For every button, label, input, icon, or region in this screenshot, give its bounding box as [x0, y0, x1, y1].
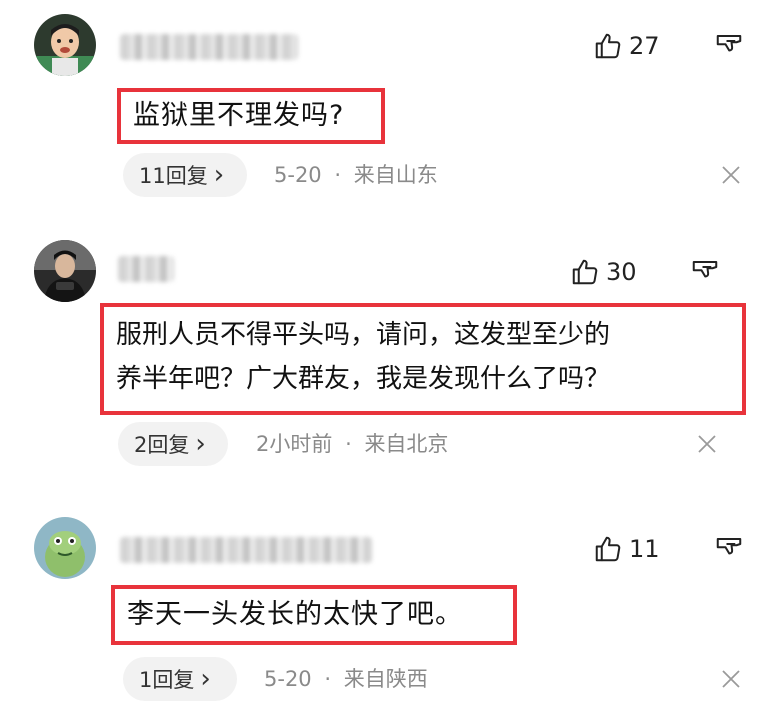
- meta-separator: ·: [345, 432, 352, 456]
- dislike-button[interactable]: [714, 26, 744, 66]
- reply-label: 11回复: [139, 164, 208, 188]
- like-count: 30: [606, 258, 637, 286]
- comment-text-highlighted: 服刑人员不得平头吗，请问，这发型至少的 养半年吧？广大群友，我是发现什么了吗？: [100, 303, 746, 415]
- comment-date: 2小时前: [256, 432, 333, 456]
- close-button[interactable]: [720, 668, 742, 690]
- thumbs-up-icon: [595, 33, 621, 59]
- like-count: 27: [629, 32, 660, 60]
- chevron-right-icon: ›: [195, 429, 206, 459]
- comment-text-highlighted: 李天一头发长的太快了吧。: [111, 585, 517, 645]
- close-button[interactable]: [696, 433, 718, 455]
- comment-item: 11 李天一头发长的太快了吧。 1回复 › 5-20 · 来自陕西: [0, 505, 775, 709]
- username-blurred[interactable]: [120, 537, 372, 563]
- dislike-button[interactable]: [714, 529, 744, 569]
- comment-meta: 5-20 · 来自山东: [274, 153, 438, 197]
- comment-date: 5-20: [264, 667, 312, 691]
- thumbs-down-icon: [716, 538, 742, 555]
- person-avatar-icon[interactable]: [34, 240, 96, 302]
- close-icon: [722, 166, 740, 184]
- reply-button[interactable]: 1回复 ›: [123, 657, 237, 701]
- meta-separator: ·: [324, 667, 332, 691]
- like-button[interactable]: 27: [593, 26, 660, 66]
- child-avatar-icon[interactable]: [34, 14, 96, 76]
- comment-location: 来自陕西: [343, 667, 428, 691]
- reply-button[interactable]: 11回复 ›: [123, 153, 247, 197]
- close-button[interactable]: [720, 164, 742, 186]
- comment-item: 30 服刑人员不得平头吗，请问，这发型至少的 养半年吧？广大群友，我是发现什么了…: [0, 230, 775, 490]
- comment-meta: 2小时前 · 来自北京: [256, 422, 448, 466]
- thumbs-up-icon: [595, 536, 621, 562]
- comment-text-highlighted: 监狱里不理发吗?: [117, 88, 385, 144]
- username-blurred[interactable]: [118, 256, 174, 282]
- cartoon-avatar-icon[interactable]: [34, 517, 96, 579]
- like-count: 11: [629, 535, 660, 563]
- thumbs-up-icon: [572, 259, 598, 285]
- comment-text: 李天一头发长的太快了吧。: [127, 599, 463, 630]
- comment-item: 27 监狱里不理发吗? 11回复 › 5-20 · 来自山东: [0, 0, 775, 220]
- close-icon: [698, 435, 716, 453]
- comment-location: 来自北京: [364, 432, 449, 456]
- comment-meta: 5-20 · 来自陕西: [264, 657, 428, 701]
- close-icon: [722, 670, 740, 688]
- thumbs-down-icon: [692, 261, 718, 278]
- comment-date: 5-20: [274, 163, 322, 187]
- comment-text-line: 服刑人员不得平头吗，请问，这发型至少的: [116, 320, 611, 350]
- comment-text: 监狱里不理发吗?: [133, 100, 345, 131]
- chevron-right-icon: ›: [213, 160, 225, 190]
- comment-list: { "comments": [ { "like_count": "27", "t…: [0, 0, 775, 709]
- comment-text-line: 养半年吧？广大群友，我是发现什么了吗？: [116, 364, 611, 394]
- reply-label: 1回复: [139, 668, 195, 692]
- chevron-right-icon: ›: [200, 664, 211, 694]
- reply-label: 2回复: [134, 433, 190, 457]
- reply-button[interactable]: 2回复 ›: [118, 422, 228, 466]
- username-blurred[interactable]: [120, 34, 298, 60]
- thumbs-down-icon: [716, 35, 742, 52]
- like-button[interactable]: 30: [570, 252, 637, 292]
- meta-separator: ·: [334, 163, 342, 187]
- dislike-button[interactable]: [690, 252, 720, 292]
- comment-location: 来自山东: [353, 163, 438, 187]
- like-button[interactable]: 11: [593, 529, 660, 569]
